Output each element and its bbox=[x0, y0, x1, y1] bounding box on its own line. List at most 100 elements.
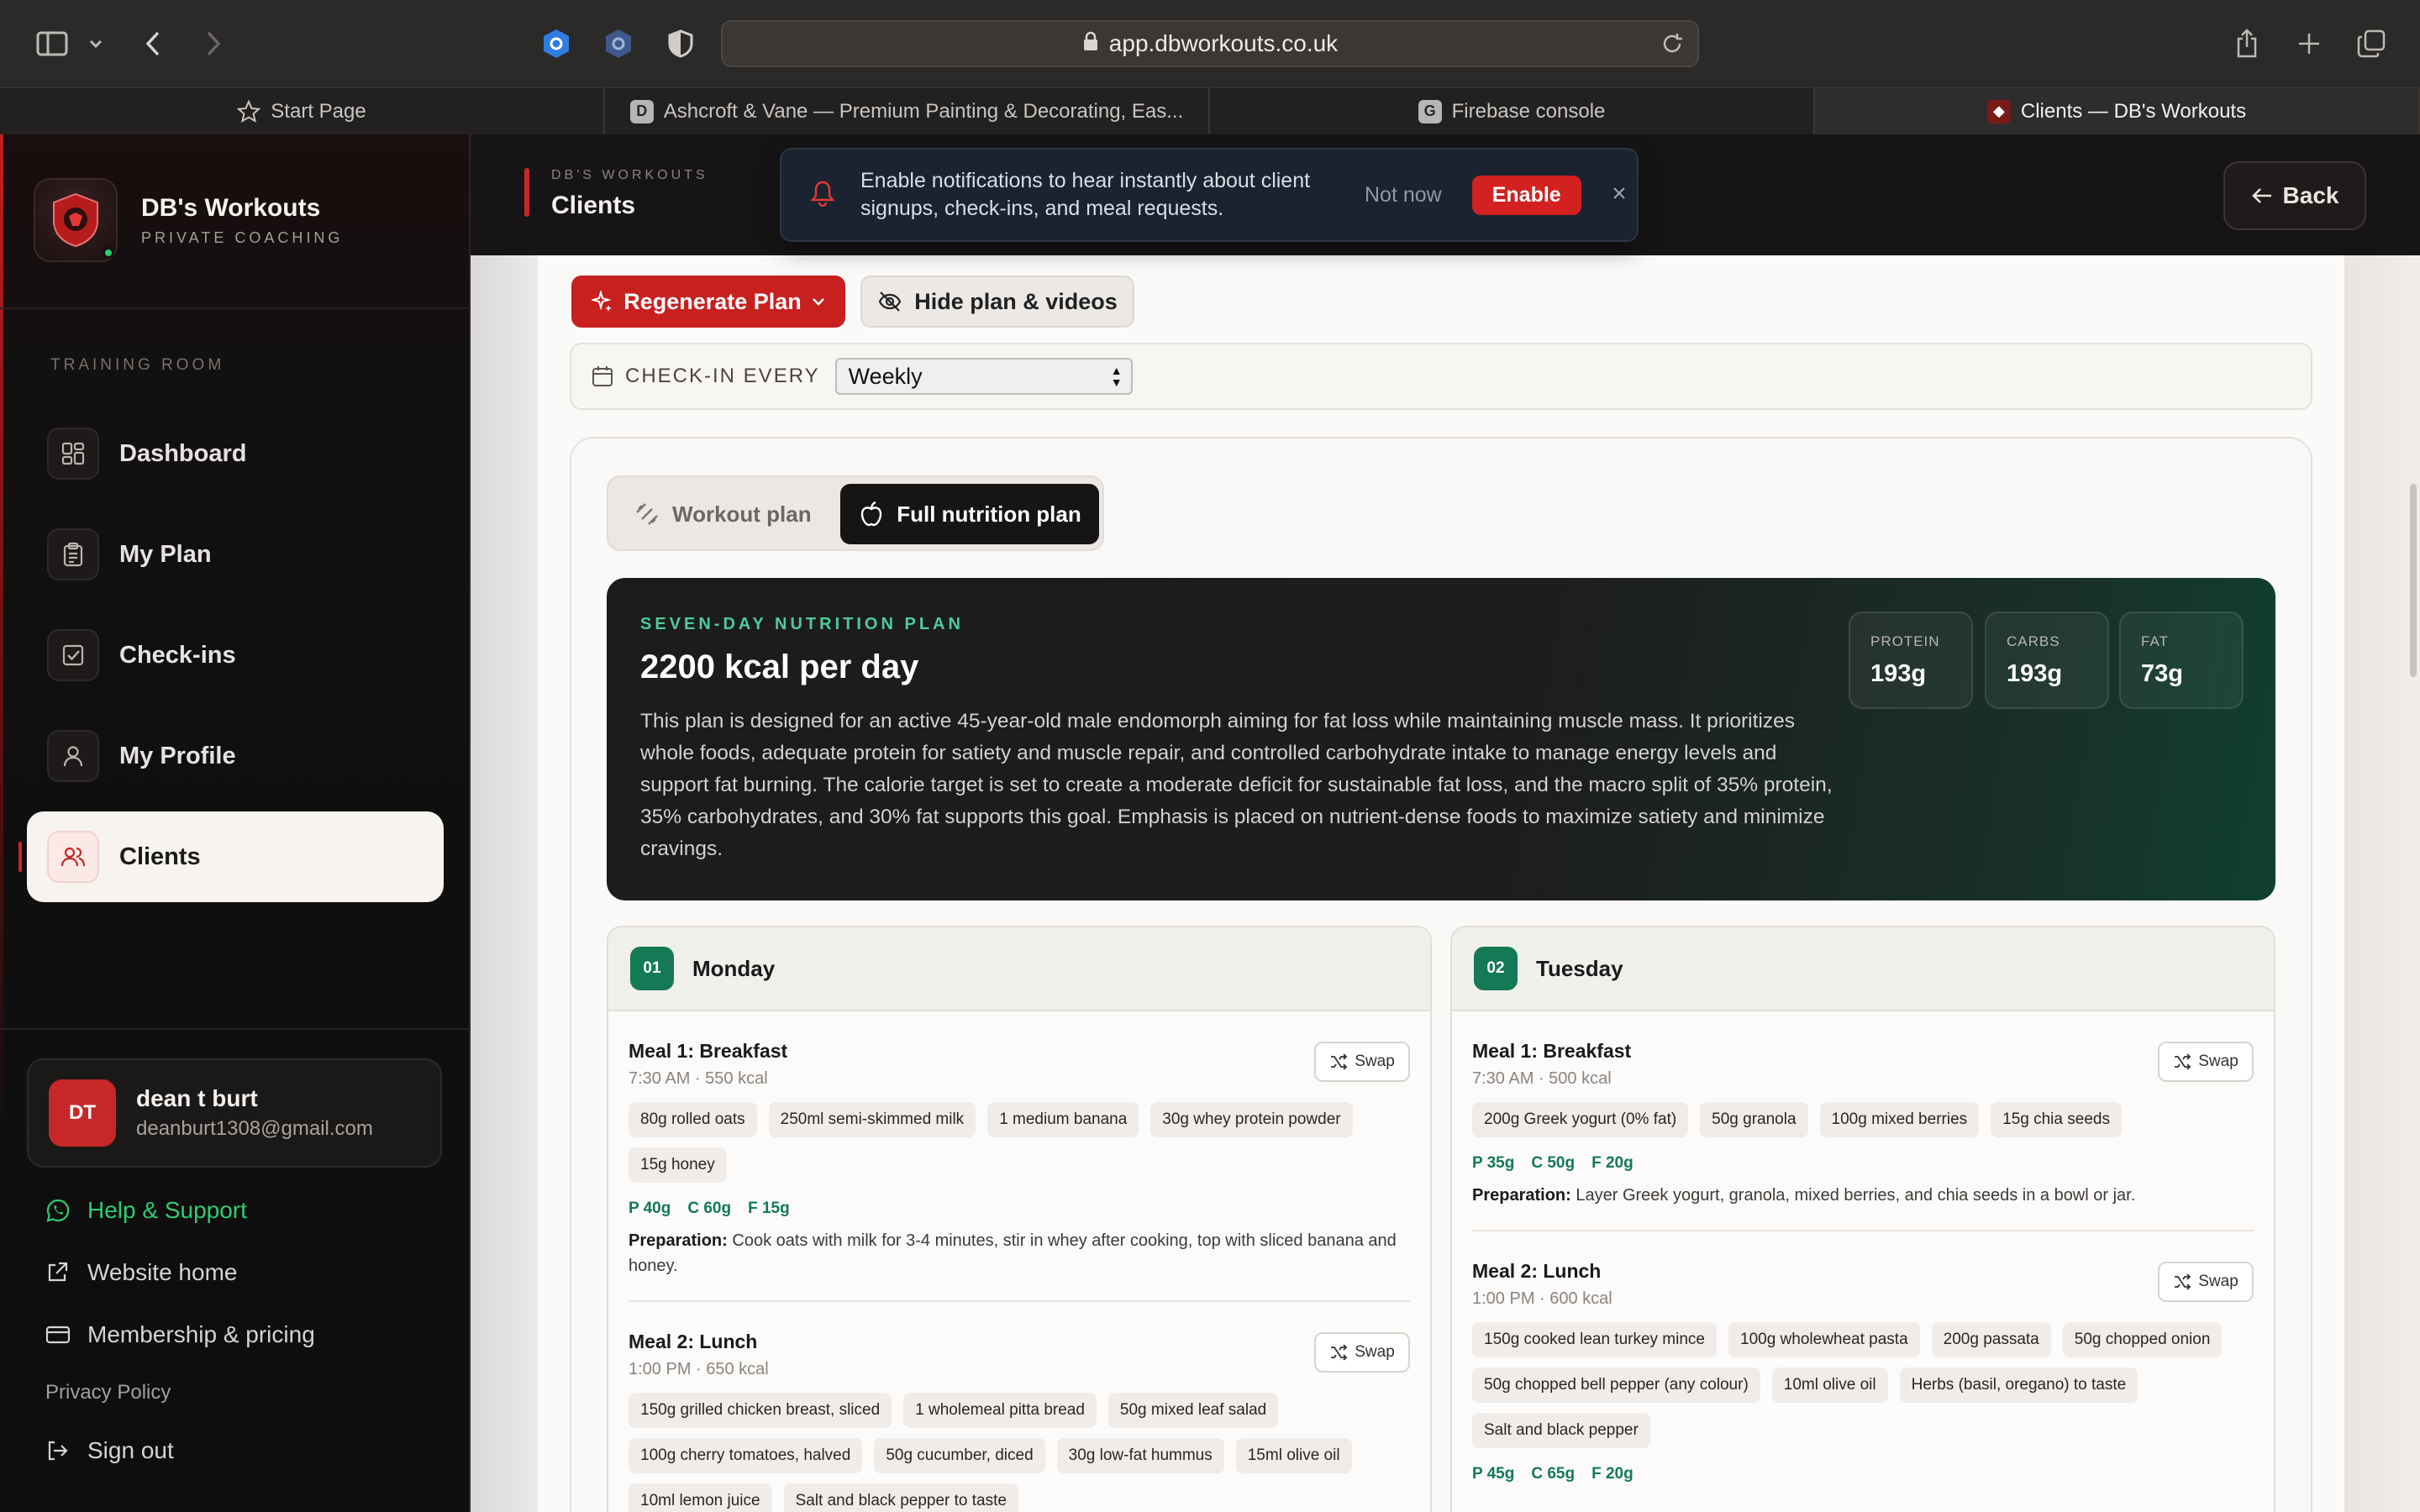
ingredient-chip: 100g mixed berries bbox=[1819, 1102, 1980, 1137]
sidebar-item-label: Clients bbox=[119, 843, 201, 870]
external-link-icon bbox=[45, 1261, 76, 1284]
extension-shield-icon[interactable] bbox=[538, 22, 575, 66]
nutrition-description: This plan is designed for an active 45-y… bbox=[640, 710, 1833, 860]
sidebar-item-check-ins[interactable]: Check-ins bbox=[27, 610, 444, 701]
tab-ashcroft-vane[interactable]: D Ashcroft & Vane — Premium Painting & D… bbox=[605, 88, 1210, 134]
ingredient-list: 150g cooked lean turkey mince 100g whole… bbox=[1472, 1322, 2254, 1458]
apple-icon bbox=[861, 501, 882, 527]
privacy-shield-icon[interactable] bbox=[664, 22, 697, 66]
user-card[interactable]: DT dean t burt deanburt1308@gmail.com bbox=[27, 1058, 442, 1168]
swap-button[interactable]: Swap bbox=[2158, 1262, 2254, 1302]
ingredient-list: 200g Greek yogurt (0% fat) 50g granola 1… bbox=[1472, 1102, 2254, 1147]
meal-title: Meal 1: Breakfast bbox=[629, 1040, 788, 1062]
sidebar-item-label: Dashboard bbox=[119, 439, 247, 467]
select-arrows-icon: ▲ ▼ bbox=[1110, 364, 1123, 389]
nutrition-sup: SEVEN-DAY NUTRITION PLAN bbox=[640, 615, 964, 633]
meal-card: Meal 1: Breakfast 7:30 AM · 550 kcal Swa… bbox=[608, 1011, 1430, 1300]
forward-nav-icon[interactable] bbox=[197, 22, 230, 66]
sidebar-nav: Dashboard My Plan Check-ins My Profile C… bbox=[18, 408, 444, 912]
chevron-down-icon[interactable] bbox=[86, 22, 106, 66]
plan-type-toggle: Workout plan Full nutrition plan bbox=[607, 475, 1104, 551]
clipboard-icon bbox=[47, 528, 99, 580]
divider bbox=[0, 1028, 471, 1030]
sidebar-item-label: Check-ins bbox=[119, 641, 236, 669]
ingredient-chip: 30g whey protein powder bbox=[1150, 1102, 1353, 1137]
website-home-link[interactable]: Website home bbox=[45, 1242, 315, 1304]
plan-card: Workout plan Full nutrition plan SEVEN-D… bbox=[570, 437, 2312, 1512]
tab-clients[interactable]: ◆ Clients — DB's Workouts bbox=[1815, 88, 2420, 134]
help-support-link[interactable]: Help & Support bbox=[45, 1179, 315, 1242]
tab-overview-icon[interactable] bbox=[2354, 22, 2388, 66]
day-number: 02 bbox=[1474, 947, 1518, 990]
notification-text: Enable notifications to hear instantly a… bbox=[860, 169, 1311, 220]
ingredient-chip: 10ml olive oil bbox=[1771, 1368, 1888, 1403]
favicon-d-icon: D bbox=[629, 99, 654, 123]
ingredient-chip: 50g chopped onion bbox=[2062, 1322, 2223, 1357]
tab-start-page[interactable]: Start Page bbox=[0, 88, 605, 134]
not-now-button[interactable]: Not now bbox=[1365, 183, 1442, 207]
day-header: 01 Monday bbox=[608, 927, 1430, 1011]
extension-hex-icon[interactable] bbox=[600, 22, 637, 66]
meal-macros: P 45g C 65g F 20g bbox=[1472, 1465, 1634, 1483]
reload-icon[interactable] bbox=[1660, 32, 1684, 61]
ingredient-chip: 250ml semi-skimmed milk bbox=[768, 1102, 976, 1137]
sidebar-item-label: My Profile bbox=[119, 742, 236, 769]
sidebar-item-clients[interactable]: Clients bbox=[18, 811, 444, 902]
back-nav-icon[interactable] bbox=[136, 22, 170, 66]
day-header: 02 Tuesday bbox=[1452, 927, 2274, 1011]
eye-off-icon bbox=[878, 291, 902, 312]
regenerate-plan-button[interactable]: Regenerate Plan bbox=[571, 276, 845, 328]
address-bar[interactable]: app.dbworkouts.co.uk bbox=[721, 20, 1699, 67]
swap-button[interactable]: Swap bbox=[1314, 1042, 1410, 1082]
ingredient-chip: 100g wholewheat pasta bbox=[1728, 1322, 1920, 1357]
checkbox-icon bbox=[47, 629, 99, 681]
user-name: dean t burt bbox=[136, 1085, 258, 1111]
divider bbox=[0, 307, 471, 309]
share-icon[interactable] bbox=[2230, 22, 2264, 66]
tab-full-nutrition-plan[interactable]: Full nutrition plan bbox=[840, 484, 1099, 544]
url-text: app.dbworkouts.co.uk bbox=[1108, 30, 1339, 56]
close-icon[interactable] bbox=[1612, 186, 1627, 205]
calendar-icon bbox=[592, 366, 613, 386]
meal-preparation: Preparation: Layer Greek yogurt, granola… bbox=[1472, 1186, 2136, 1205]
ingredient-chip: 1 medium banana bbox=[987, 1102, 1139, 1137]
ingredient-chip: 50g mixed leaf salad bbox=[1107, 1393, 1279, 1428]
back-button[interactable]: Back bbox=[2223, 161, 2366, 230]
ingredient-chip: 15g chia seeds bbox=[1991, 1102, 2122, 1137]
tab-workout-plan[interactable]: Workout plan bbox=[634, 484, 812, 544]
star-icon bbox=[237, 99, 261, 123]
swap-button[interactable]: Swap bbox=[2158, 1042, 2254, 1082]
sidebar-item-my-plan[interactable]: My Plan bbox=[27, 509, 444, 600]
sign-out-icon bbox=[45, 1439, 76, 1462]
hide-plan-button[interactable]: Hide plan & videos bbox=[860, 276, 1134, 328]
ingredient-chip: 150g grilled chicken breast, sliced bbox=[629, 1393, 892, 1428]
ingredient-chip: 150g cooked lean turkey mince bbox=[1472, 1322, 1717, 1357]
ingredient-list: 150g grilled chicken breast, sliced 1 wh… bbox=[629, 1393, 1410, 1512]
swap-button[interactable]: Swap bbox=[1314, 1332, 1410, 1373]
sidebar-item-my-profile[interactable]: My Profile bbox=[27, 711, 444, 801]
shuffle-icon bbox=[2175, 1273, 2191, 1290]
ingredient-chip: 80g rolled oats bbox=[629, 1102, 757, 1137]
sidebar-item-dashboard[interactable]: Dashboard bbox=[27, 408, 444, 499]
sign-out-link[interactable]: Sign out bbox=[45, 1420, 315, 1482]
meal-macros: P 35g C 50g F 20g bbox=[1472, 1154, 1634, 1172]
ingredient-chip: 30g low-fat hummus bbox=[1056, 1438, 1224, 1473]
scrollbar-thumb[interactable] bbox=[2410, 484, 2417, 677]
enable-button[interactable]: Enable bbox=[1471, 175, 1581, 215]
meal-card: Meal 1: Breakfast 7:30 AM · 500 kcal Swa… bbox=[1452, 1011, 2274, 1230]
tab-firebase-console[interactable]: G Firebase console bbox=[1210, 88, 1815, 134]
sidebar: DB's Workouts PRIVATE COACHING TRAINING … bbox=[0, 134, 471, 1512]
online-dot bbox=[103, 247, 114, 259]
meal-time-kcal: 7:30 AM · 500 kcal bbox=[1472, 1069, 1612, 1088]
check-in-frequency-select[interactable]: Weekly ▲ ▼ bbox=[834, 358, 1133, 395]
ingredient-chip: 15ml olive oil bbox=[1235, 1438, 1352, 1473]
membership-pricing-link[interactable]: Membership & pricing bbox=[45, 1304, 315, 1366]
shuffle-icon bbox=[2175, 1053, 2191, 1070]
brand[interactable]: DB's Workouts PRIVATE COACHING bbox=[34, 178, 343, 262]
new-tab-icon[interactable] bbox=[2292, 22, 2326, 66]
shuffle-icon bbox=[1331, 1344, 1348, 1361]
sidebar-toggle-icon[interactable] bbox=[32, 22, 72, 66]
macro-fat: FAT 73g bbox=[2119, 612, 2244, 709]
meal-time-kcal: 7:30 AM · 550 kcal bbox=[629, 1069, 768, 1088]
privacy-policy-link[interactable]: Privacy Policy bbox=[45, 1366, 315, 1420]
